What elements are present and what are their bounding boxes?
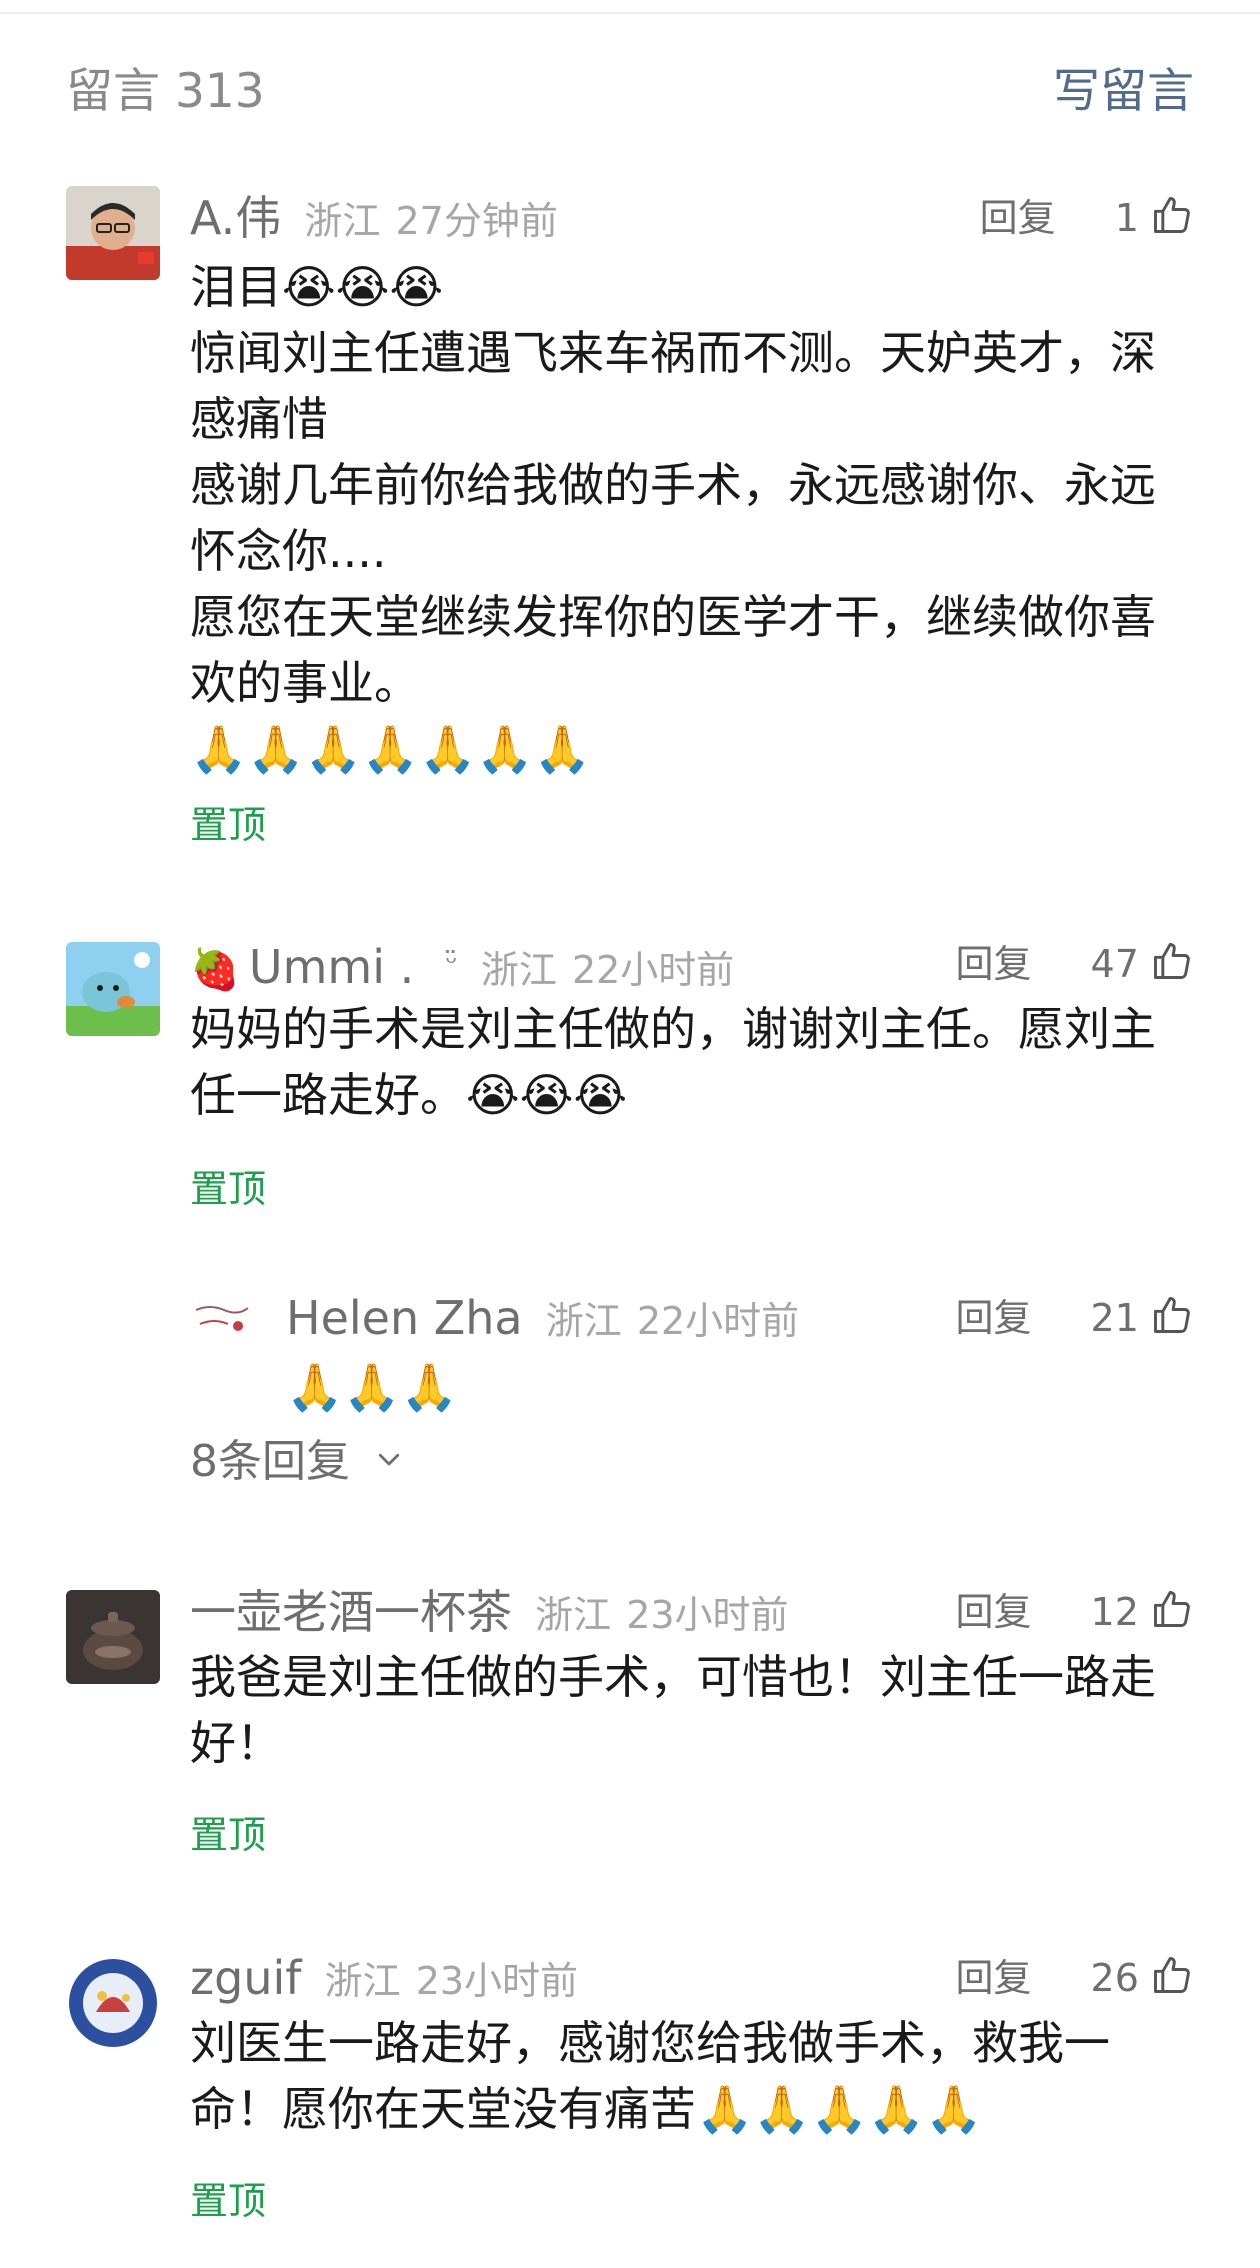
reply-button[interactable]: 回复 bbox=[955, 942, 1031, 986]
comment-line: 愿您在天堂继续发挥你的医学才干，继续做你喜欢的事业。 bbox=[190, 590, 1156, 710]
like-count: 12 bbox=[1090, 1590, 1139, 1634]
comment-actions: 回复 47 bbox=[955, 932, 1194, 996]
pin-button[interactable]: 置顶 bbox=[190, 798, 266, 852]
comment-line: 刘医生一路走好，感谢您给我做手术，救我一命！愿你在天堂没有痛苦🙏🙏🙏🙏🙏 bbox=[190, 2016, 1110, 2136]
like-count: 26 bbox=[1090, 1956, 1139, 2000]
comment-line: 泪目😭😭😭 bbox=[190, 260, 444, 314]
reply-button[interactable]: 回复 bbox=[980, 196, 1056, 240]
comment-line: 惊闻刘主任遭遇飞来车祸而不测。天妒英才，深感痛惜 bbox=[190, 326, 1156, 446]
comment-actions: 回复 26 bbox=[955, 1946, 1194, 2010]
comment-meta: 一壶老酒一杯茶 浙江 23小时前 bbox=[190, 1580, 789, 1644]
reply-button[interactable]: 回复 bbox=[955, 1956, 1031, 2000]
reply-button[interactable]: 回复 bbox=[955, 1296, 1031, 1340]
comment-count: 留言 313 bbox=[66, 64, 265, 119]
like-count: 1 bbox=[1114, 196, 1139, 240]
comment-actions: 回复 1 bbox=[980, 186, 1194, 250]
location: 浙江 bbox=[545, 1299, 622, 1343]
reply-body: 🙏🙏🙏 bbox=[286, 1360, 458, 1414]
top-divider bbox=[0, 12, 1260, 14]
timestamp: 23小时前 bbox=[415, 1959, 579, 2003]
comment-meta: 🍓 Ummi . ᵕ̈ 浙江 22小时前 bbox=[190, 932, 734, 996]
write-comment-button[interactable]: 写留言 bbox=[1053, 60, 1194, 124]
pin-button[interactable]: 置顶 bbox=[190, 1808, 266, 1862]
comment-meta: zguif 浙江 23小时前 bbox=[190, 1946, 578, 2010]
like-count: 47 bbox=[1090, 942, 1139, 986]
avatar[interactable] bbox=[66, 186, 160, 280]
location: 浙江 bbox=[480, 948, 557, 992]
location: 浙江 bbox=[324, 1959, 401, 2003]
location: 浙江 bbox=[535, 1593, 612, 1637]
comment-actions: 回复 12 bbox=[955, 1580, 1194, 1644]
like-count: 21 bbox=[1090, 1296, 1139, 1340]
comment-line: 🙏🙏🙏🙏🙏🙏🙏 bbox=[190, 722, 591, 776]
strawberry-icon: 🍓 bbox=[190, 947, 240, 993]
thumbs-up-icon[interactable] bbox=[1150, 1293, 1194, 1337]
comment-line: 我爸是刘主任做的手术，可惜也！刘主任一路走好！ bbox=[190, 1650, 1156, 1770]
comments-header: 留言 313 写留言 bbox=[66, 60, 1194, 124]
reply-actions: 回复 21 bbox=[955, 1286, 1194, 1350]
comment-body: 妈妈的手术是刘主任做的，谢谢刘主任。愿刘主任一路走好。😭😭😭 bbox=[190, 996, 1194, 1128]
comment-meta: A.伟 浙江 27分钟前 bbox=[190, 186, 558, 250]
nickname[interactable]: 一壶老酒一杯茶 bbox=[190, 1585, 512, 1639]
nickname[interactable]: A.伟 bbox=[190, 191, 281, 245]
comment-body: 泪目😭😭😭 惊闻刘主任遭遇飞来车祸而不测。天妒英才，深感痛惜 感谢几年前你给我做… bbox=[190, 254, 1194, 782]
timestamp: 27分钟前 bbox=[395, 199, 558, 243]
nickname[interactable]: Ummi . bbox=[249, 940, 414, 994]
more-replies-label: 8条回复 bbox=[190, 1436, 350, 1487]
nested-reply: Helen Zha 浙江 22小时前 回复 21 🙏🙏🙏 bbox=[190, 1272, 1194, 1414]
nickname[interactable]: Helen Zha bbox=[286, 1291, 523, 1345]
thumbs-up-icon[interactable] bbox=[1150, 193, 1194, 237]
timestamp: 22小时前 bbox=[636, 1299, 800, 1343]
nickname-badge: ᵕ̈ bbox=[445, 946, 458, 981]
nickname[interactable]: zguif bbox=[190, 1951, 301, 2005]
comment-line: 妈妈的手术是刘主任做的，谢谢刘主任。愿刘主任一路走好。😭😭😭 bbox=[190, 1002, 1156, 1122]
thumbs-up-icon[interactable] bbox=[1150, 1587, 1194, 1631]
avatar[interactable] bbox=[66, 1590, 160, 1684]
comment-line: 感谢几年前你给我做的手术，永远感谢你、永远怀念你.... bbox=[190, 458, 1156, 578]
reply-meta: Helen Zha 浙江 22小时前 bbox=[286, 1286, 799, 1350]
comment-body: 我爸是刘主任做的手术，可惜也！刘主任一路走好！ bbox=[190, 1644, 1194, 1776]
avatar[interactable] bbox=[66, 1956, 160, 2050]
reply-button[interactable]: 回复 bbox=[955, 1590, 1031, 1634]
pin-button[interactable]: 置顶 bbox=[190, 1162, 266, 1216]
expand-replies-button[interactable]: 8条回复 bbox=[190, 1432, 404, 1492]
avatar[interactable] bbox=[190, 1286, 254, 1350]
avatar[interactable] bbox=[66, 942, 160, 1036]
location: 浙江 bbox=[304, 199, 381, 243]
timestamp: 22小时前 bbox=[571, 948, 735, 992]
comment-body: 刘医生一路走好，感谢您给我做手术，救我一命！愿你在天堂没有痛苦🙏🙏🙏🙏🙏 bbox=[190, 2010, 1194, 2142]
thumbs-up-icon[interactable] bbox=[1150, 939, 1194, 983]
chevron-down-icon bbox=[378, 1453, 400, 1466]
thumbs-up-icon[interactable] bbox=[1150, 1953, 1194, 1997]
timestamp: 23小时前 bbox=[626, 1593, 789, 1637]
pin-button[interactable]: 置顶 bbox=[190, 2174, 266, 2228]
